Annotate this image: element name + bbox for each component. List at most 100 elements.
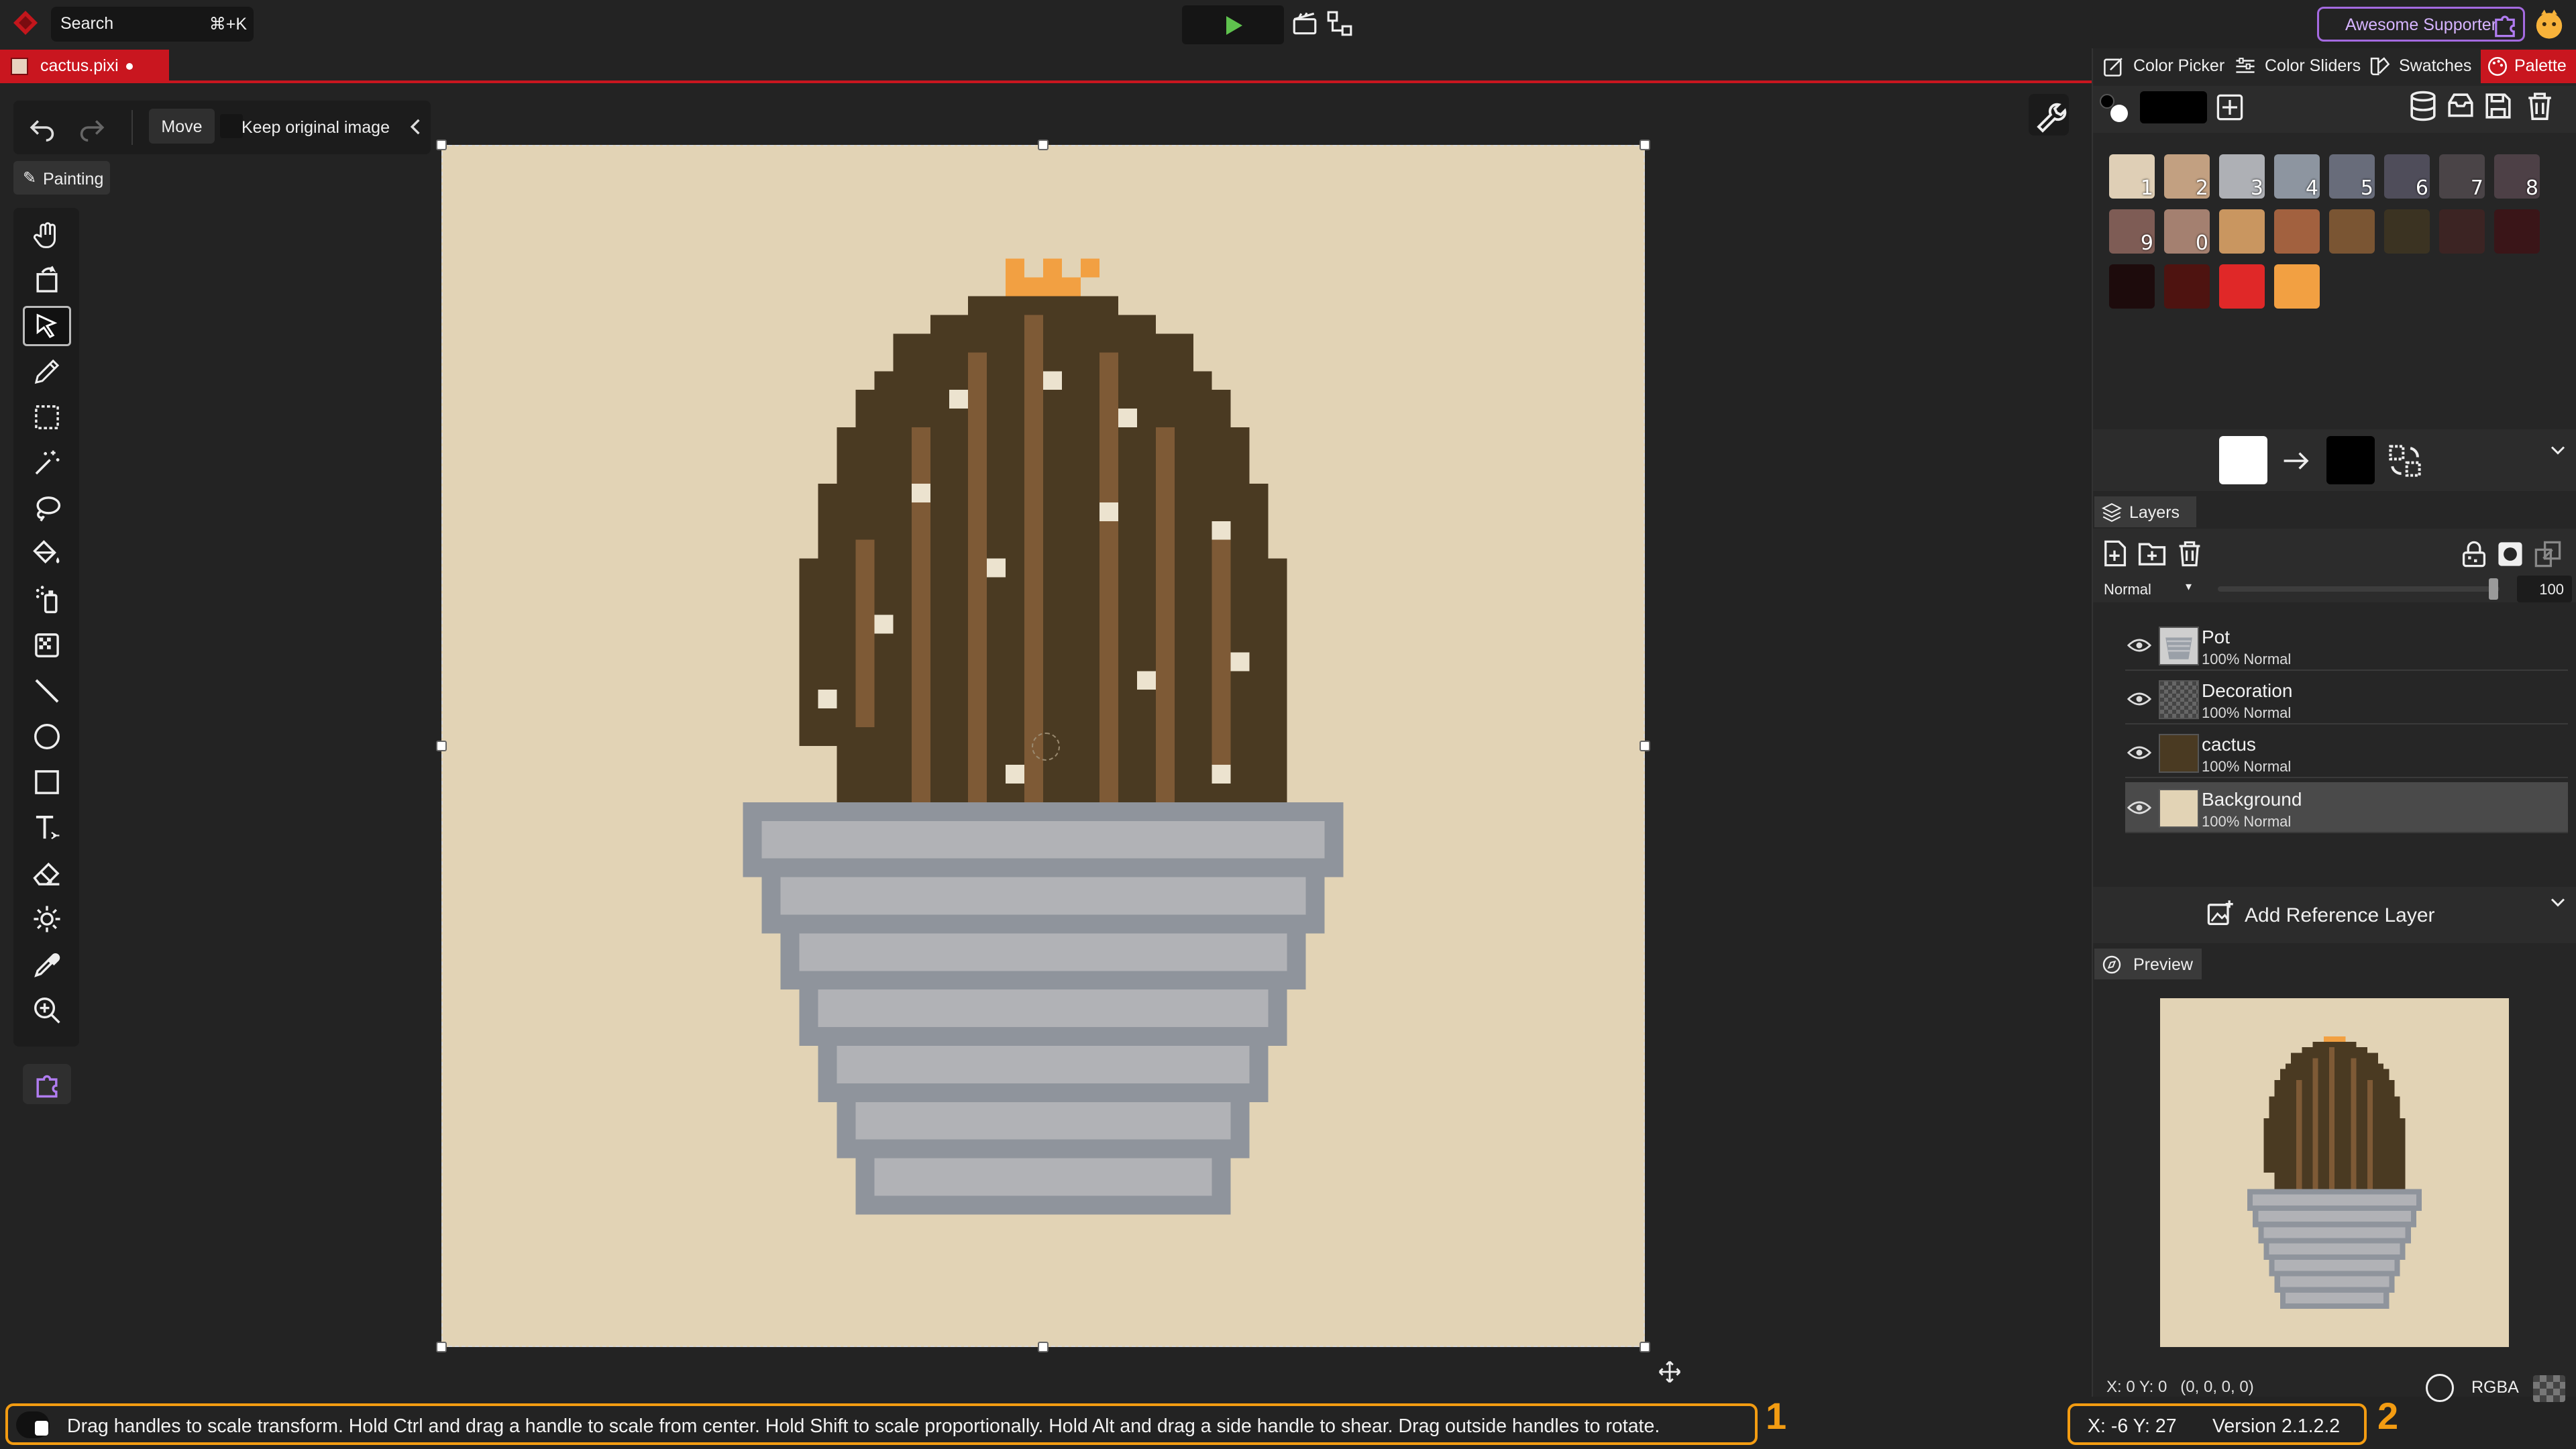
color-picker-icon[interactable] xyxy=(23,945,71,985)
handle-bottom-right[interactable] xyxy=(1640,1342,1650,1352)
palette-swatch[interactable]: 4 xyxy=(2274,154,2320,200)
merge-layers-icon[interactable] xyxy=(2533,539,2563,569)
artwork-canvas[interactable] xyxy=(441,145,1645,1347)
handle-bottom-left[interactable] xyxy=(436,1342,447,1352)
palette-swatch[interactable]: 8 xyxy=(2494,154,2540,200)
layer-mask-icon[interactable] xyxy=(2496,539,2525,569)
new-layer-icon[interactable] xyxy=(2100,538,2129,569)
palette-browser-icon[interactable] xyxy=(2407,90,2439,122)
opacity-input[interactable]: 100 xyxy=(2517,576,2572,602)
preview-tab[interactable]: Preview xyxy=(2094,949,2202,979)
handle-left[interactable] xyxy=(436,741,447,751)
palette-swatch[interactable] xyxy=(2439,209,2485,254)
handle-right[interactable] xyxy=(1640,741,1650,751)
palette-swatch[interactable] xyxy=(2219,264,2265,309)
extension-tool-icon[interactable] xyxy=(23,1064,71,1104)
handle-top-right[interactable] xyxy=(1640,140,1650,150)
search-box[interactable]: Search ⌘+K xyxy=(51,7,254,42)
palette-swatch[interactable]: 3 xyxy=(2219,154,2265,200)
swap-arrow-icon[interactable] xyxy=(2281,445,2312,476)
tab-color-picker[interactable]: Color Picker xyxy=(2098,51,2224,82)
pencil-icon[interactable] xyxy=(23,352,71,392)
palette-swatch[interactable] xyxy=(2494,209,2540,254)
clapperboard-icon[interactable] xyxy=(1291,9,1319,38)
rectangle-icon[interactable] xyxy=(23,762,71,802)
brightness-icon[interactable] xyxy=(23,899,71,939)
palette-import-icon[interactable] xyxy=(2445,90,2477,122)
zoom-icon[interactable] xyxy=(23,990,71,1030)
text-icon[interactable] xyxy=(23,808,71,848)
eye-icon[interactable] xyxy=(2127,687,2152,711)
palette-swatch[interactable]: 1 xyxy=(2109,154,2155,200)
new-folder-icon[interactable] xyxy=(2136,538,2168,569)
rectangle-select-icon[interactable] xyxy=(23,397,71,437)
hand-icon[interactable] xyxy=(23,215,71,255)
palette-swatch[interactable] xyxy=(2384,209,2430,254)
rotate-canvas-icon[interactable] xyxy=(23,260,71,301)
spray-icon[interactable] xyxy=(23,580,71,620)
blend-mode-select[interactable]: Normal ▾ xyxy=(2098,576,2206,602)
lock-transparency-icon[interactable] xyxy=(2459,539,2489,569)
palette-swatch[interactable] xyxy=(2274,264,2320,309)
palette-swatch[interactable]: 6 xyxy=(2384,154,2430,200)
layer-row-pot[interactable]: Pot 100% Normal xyxy=(2125,620,2568,671)
line-icon[interactable] xyxy=(23,671,71,711)
palette-swatch[interactable] xyxy=(2219,209,2265,254)
current-color-swatch[interactable] xyxy=(2140,91,2207,123)
primary-color-swatch[interactable] xyxy=(2219,436,2267,484)
delete-palette-icon[interactable] xyxy=(2524,90,2556,122)
undo-icon[interactable] xyxy=(27,111,59,144)
paint-bucket-icon[interactable] xyxy=(23,534,71,574)
move-transform-icon[interactable] xyxy=(1657,1359,1682,1385)
palette-swatch[interactable]: 0 xyxy=(2164,209,2210,255)
opacity-slider-handle[interactable] xyxy=(2489,578,2498,600)
dither-icon[interactable] xyxy=(23,625,71,665)
add-reference-layer-button[interactable]: Add Reference Layer xyxy=(2200,894,2469,934)
secondary-color-dot[interactable] xyxy=(2110,105,2128,122)
layer-row-cactus[interactable]: cactus 100% Normal xyxy=(2125,727,2568,778)
layers-tab[interactable]: Layers xyxy=(2094,496,2196,527)
handle-top-left[interactable] xyxy=(436,140,447,150)
palette-swatch[interactable]: 5 xyxy=(2329,154,2375,200)
chevron-down-icon[interactable] xyxy=(2548,892,2568,912)
opacity-slider[interactable] xyxy=(2218,578,2500,600)
palette-swatch[interactable] xyxy=(2164,264,2210,309)
preview-image[interactable] xyxy=(2160,998,2509,1347)
magic-wand-icon[interactable] xyxy=(23,443,71,483)
document-tab[interactable]: cactus.pixi xyxy=(0,50,169,82)
app-logo[interactable] xyxy=(12,9,39,36)
color-mode-circle-icon[interactable] xyxy=(2426,1374,2454,1402)
chevron-down-icon[interactable] xyxy=(2548,440,2568,460)
user-avatar[interactable] xyxy=(2533,8,2565,40)
palette-swatch[interactable]: 9 xyxy=(2109,209,2155,255)
layer-row-decoration[interactable]: Decoration 100% Normal xyxy=(2125,674,2568,724)
play-button[interactable] xyxy=(1182,5,1284,44)
secondary-color-swatch[interactable] xyxy=(2326,436,2375,484)
tab-color-sliders[interactable]: Color Sliders xyxy=(2230,51,2361,82)
color-swap-icon[interactable] xyxy=(2387,443,2423,479)
checkerboard-icon[interactable] xyxy=(2533,1375,2565,1402)
move-selection-icon[interactable] xyxy=(23,306,71,346)
ellipse-icon[interactable] xyxy=(23,716,71,757)
save-palette-icon[interactable] xyxy=(2482,90,2514,122)
palette-swatch[interactable] xyxy=(2329,209,2375,254)
palette-swatch[interactable]: 2 xyxy=(2164,154,2210,200)
handle-top[interactable] xyxy=(1038,140,1049,150)
lasso-icon[interactable] xyxy=(23,488,71,529)
eye-icon[interactable] xyxy=(2127,633,2152,657)
palette-swatch[interactable] xyxy=(2109,264,2155,309)
puzzle-icon[interactable] xyxy=(2490,9,2520,39)
eraser-icon[interactable] xyxy=(23,853,71,894)
primary-color-dot[interactable] xyxy=(2100,94,2114,109)
layer-row-background[interactable]: Background 100% Normal xyxy=(2125,782,2568,833)
add-color-icon[interactable] xyxy=(2215,93,2245,122)
settings-wrench-icon[interactable] xyxy=(2029,94,2069,136)
palette-swatch[interactable] xyxy=(2274,209,2320,254)
eye-icon[interactable] xyxy=(2127,741,2152,765)
eye-icon[interactable] xyxy=(2127,796,2152,820)
palette-swatch[interactable]: 7 xyxy=(2439,154,2485,200)
node-graph-icon[interactable] xyxy=(1326,9,1354,38)
delete-layer-icon[interactable] xyxy=(2175,538,2204,569)
handle-bottom[interactable] xyxy=(1038,1342,1049,1352)
tab-swatches[interactable]: Swatches xyxy=(2365,51,2479,82)
